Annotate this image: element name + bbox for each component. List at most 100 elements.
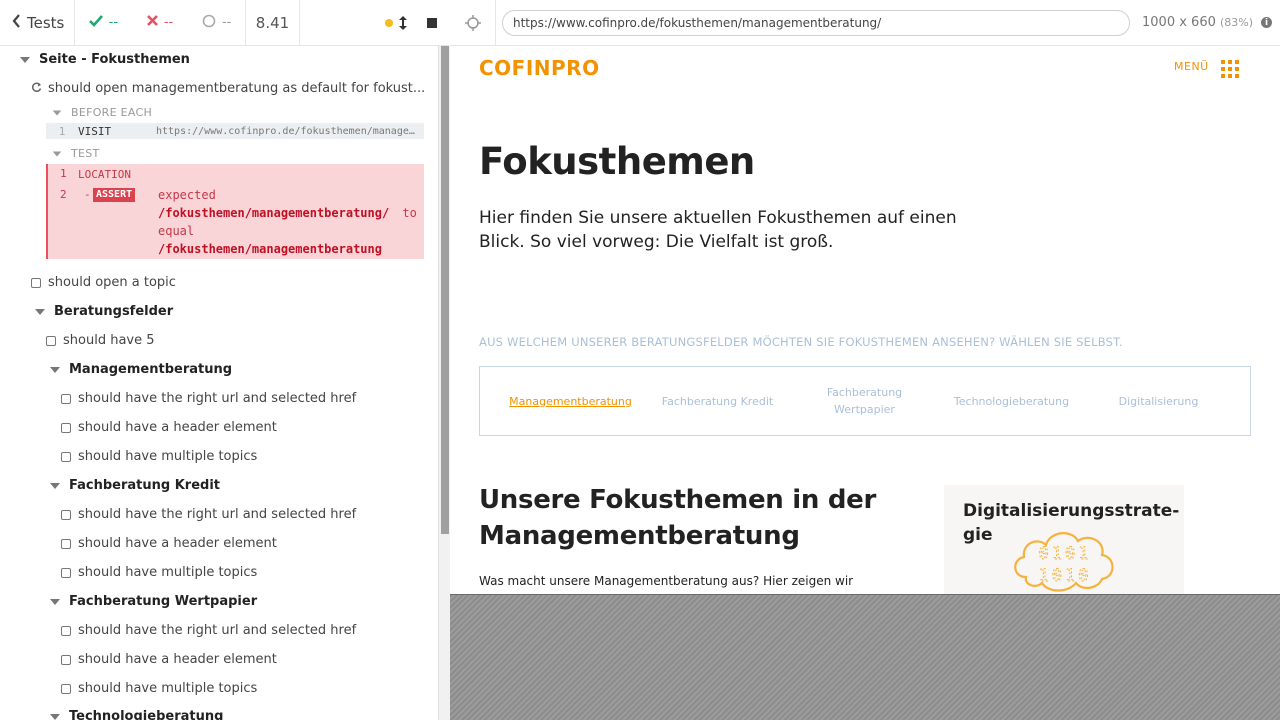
- pending-checkbox-icon: [61, 509, 71, 520]
- info-icon[interactable]: i: [1261, 17, 1273, 28]
- section-body: Was macht unsere Managementberatung aus?…: [479, 574, 854, 588]
- hook-before-each[interactable]: BEFORE EACH: [52, 106, 152, 119]
- reporter-scrollbar[interactable]: [438, 46, 450, 720]
- test-title: should have multiple topics: [78, 681, 258, 696]
- aut-iframe: COFINPRO MENÜ Fokusthemen Hier finden Si…: [450, 46, 1280, 594]
- suite-managementberatung[interactable]: Managementberatung: [50, 362, 232, 377]
- failed-count: --: [132, 15, 189, 30]
- test-default[interactable]: should open managementberatung as defaul…: [31, 81, 425, 96]
- test-item[interactable]: should have a header element: [61, 536, 277, 551]
- circle-notch-icon: [202, 14, 216, 32]
- test-item[interactable]: should have a header element: [61, 652, 277, 667]
- test-title: should open managementberatung as defaul…: [48, 81, 426, 96]
- tests-back-button[interactable]: Tests: [0, 0, 75, 45]
- command-visit[interactable]: 1 VISIT https://www.cofinpro.de/fokusthe…: [46, 123, 424, 139]
- refresh-icon: [31, 82, 42, 96]
- passed-value: --: [108, 15, 119, 30]
- suite-root[interactable]: Seite - Fokusthemen: [20, 52, 190, 67]
- run-controls: [300, 0, 449, 45]
- caret-down-icon: [50, 482, 60, 489]
- test-title: should have the right url and selected h…: [78, 507, 357, 522]
- suite-fachberatung-wertpapier[interactable]: Fachberatung Wertpapier: [50, 594, 257, 609]
- command-number: 2: [60, 188, 67, 201]
- command-dash: -: [84, 188, 91, 201]
- arrows-vertical-icon: [399, 15, 407, 30]
- pending-checkbox-icon: [61, 567, 71, 578]
- test-title: should have the right url and selected h…: [78, 391, 357, 406]
- caret-down-icon: [52, 109, 62, 116]
- caret-down-icon: [50, 713, 60, 720]
- test-have5[interactable]: should have 5: [46, 333, 155, 348]
- command-number: 1: [60, 167, 67, 180]
- test-item[interactable]: should have the right url and selected h…: [61, 391, 356, 406]
- test-title: should have multiple topics: [78, 449, 258, 464]
- suite-fachberatung-kredit[interactable]: Fachberatung Kredit: [50, 478, 220, 493]
- tab-digitalisierung[interactable]: Digitalisierung: [1085, 393, 1232, 410]
- assert-equal: equal: [158, 224, 195, 238]
- tab-managementberatung[interactable]: Managementberatung: [497, 393, 644, 410]
- test-item[interactable]: should have multiple topics: [61, 565, 257, 580]
- test-item[interactable]: should have the right url and selected h…: [61, 507, 356, 522]
- test-title: should have a header element: [78, 420, 277, 435]
- caret-down-icon: [20, 56, 30, 63]
- selector-playground-button[interactable]: [450, 0, 496, 46]
- suite-title: Seite - Fokusthemen: [39, 52, 190, 67]
- stop-icon[interactable]: [427, 17, 437, 28]
- pending-checkbox-icon: [61, 393, 71, 404]
- hook-label: TEST: [71, 147, 100, 160]
- test-title: should have multiple topics: [78, 565, 258, 580]
- topic-card[interactable]: Digitalisierungsstrate- gie 0101 1010: [944, 485, 1184, 594]
- assert-target: /fokusthemen/managementberatung: [158, 242, 382, 256]
- menu-grid-icon[interactable]: [1221, 60, 1239, 78]
- test-title: should have a header element: [78, 536, 277, 551]
- url-text: https://www.cofinpro.de/fokusthemen/mana…: [513, 15, 882, 30]
- command-location[interactable]: LOCATION: [78, 168, 131, 181]
- running-indicator-icon: [385, 18, 393, 27]
- cofinpro-logo[interactable]: COFINPRO: [479, 56, 600, 80]
- pending-checkbox-icon: [61, 422, 71, 433]
- suite-title: Technologieberatung: [69, 709, 224, 720]
- command-message: https://www.cofinpro.de/fokusthemen/mana…: [156, 125, 416, 137]
- assert-badge[interactable]: ASSERT: [93, 188, 136, 202]
- duration: 8.41: [246, 0, 300, 45]
- scrollbar-thumb[interactable]: [441, 46, 449, 534]
- chevron-left-icon: [12, 13, 21, 32]
- test-item[interactable]: should have multiple topics: [61, 449, 257, 464]
- section-heading: Unsere Fokusthemen in der Managementbera…: [479, 485, 876, 551]
- pending-checkbox-icon: [61, 683, 71, 694]
- pending-checkbox-icon: [61, 451, 71, 462]
- test-open-topic[interactable]: should open a topic: [31, 275, 176, 290]
- tab-fachberatung-wertpapier[interactable]: Fachberatung Wertpapier: [791, 384, 938, 418]
- assert-expected: expected: [158, 188, 216, 202]
- suite-title: Fachberatung Wertpapier: [69, 594, 258, 609]
- caret-down-icon: [52, 150, 62, 157]
- suite-technologieberatung[interactable]: Technologieberatung: [50, 709, 223, 720]
- url-bar[interactable]: https://www.cofinpro.de/fokusthemen/mana…: [502, 9, 1130, 36]
- pending-checkbox-icon: [46, 335, 56, 346]
- test-title: should have 5: [63, 333, 155, 348]
- assert-actual: /fokusthemen/managementberatung/: [158, 206, 390, 220]
- pending-checkbox-icon: [61, 654, 71, 665]
- tab-fachberatung-kredit[interactable]: Fachberatung Kredit: [644, 393, 791, 410]
- page-title: Fokusthemen: [479, 140, 755, 183]
- test-item[interactable]: should have the right url and selected h…: [61, 623, 356, 638]
- x-icon: [146, 15, 158, 30]
- viewport-scale: (83%): [1220, 16, 1254, 29]
- caret-down-icon: [50, 366, 60, 373]
- test-item[interactable]: should have a header element: [61, 420, 277, 435]
- hook-label: BEFORE EACH: [71, 106, 153, 119]
- hook-test[interactable]: TEST: [52, 147, 100, 160]
- auto-scroll-toggle[interactable]: [385, 15, 407, 30]
- aut-background: [450, 594, 1280, 720]
- suite-title: Fachberatung Kredit: [69, 478, 220, 493]
- assert-message[interactable]: expected /fokusthemen/managementberatung…: [158, 186, 420, 258]
- viewport-size: 1000 x 660: [1142, 15, 1216, 30]
- suite-beratungsfelder[interactable]: Beratungsfelder: [35, 304, 173, 319]
- command-log: Seite - Fokusthemen should open manageme…: [0, 46, 438, 720]
- menu-label[interactable]: MENÜ: [1174, 60, 1209, 73]
- tab-technologieberatung[interactable]: Technologieberatung: [938, 393, 1085, 410]
- aut-header: https://www.cofinpro.de/fokusthemen/mana…: [450, 0, 1280, 46]
- test-item[interactable]: should have multiple topics: [61, 681, 257, 696]
- suite-title: Managementberatung: [69, 362, 233, 377]
- caret-down-icon: [50, 598, 60, 605]
